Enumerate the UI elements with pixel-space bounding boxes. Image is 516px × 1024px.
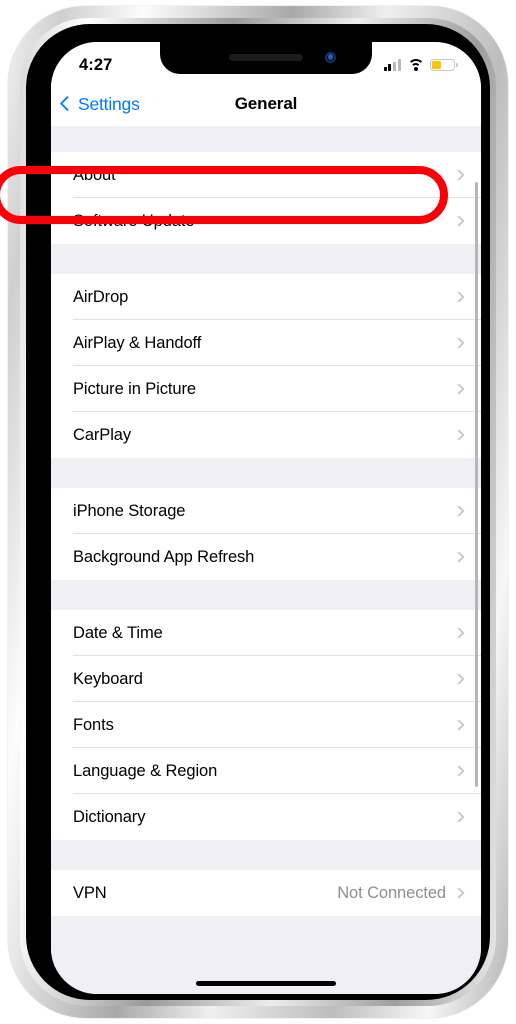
front-camera-icon <box>325 52 336 63</box>
screenshot-root: 4:27 Settings General About Software Upd… <box>0 0 516 1024</box>
chevron-right-icon <box>453 811 465 823</box>
settings-row-label: iPhone Storage <box>73 501 186 520</box>
page-title: General <box>234 94 298 113</box>
settings-row[interactable]: Keyboard <box>51 656 481 702</box>
settings-row-label: Software Update <box>73 211 195 230</box>
settings-row-label: AirPlay & Handoff <box>73 333 202 352</box>
chevron-right-icon <box>453 765 465 777</box>
chevron-right-icon <box>453 887 465 899</box>
settings-group: Date & Time Keyboard Fonts Language & Regio… <box>51 610 481 840</box>
section-gap <box>51 244 481 274</box>
settings-group: About Software Update <box>51 152 481 244</box>
settings-row[interactable]: iPhone Storage <box>51 488 481 534</box>
settings-row[interactable]: About <box>51 152 481 198</box>
section-gap <box>51 580 481 610</box>
settings-row[interactable]: Background App Refresh <box>51 534 481 580</box>
settings-row-label: Dictionary <box>73 807 146 826</box>
chevron-right-icon <box>453 337 465 349</box>
section-gap <box>51 126 481 152</box>
settings-row-label: Language & Region <box>73 761 218 780</box>
settings-row[interactable]: Date & Time <box>51 610 481 656</box>
settings-group: iPhone Storage Background App Refresh <box>51 488 481 580</box>
home-indicator[interactable] <box>196 981 336 986</box>
settings-row[interactable]: Fonts <box>51 702 481 748</box>
chevron-right-icon <box>453 551 465 563</box>
phone-screen: 4:27 Settings General About Software Upd… <box>51 42 481 994</box>
chevron-right-icon <box>453 215 465 227</box>
chevron-right-icon <box>453 627 465 639</box>
settings-row[interactable]: AirDrop <box>51 274 481 320</box>
settings-row-label: Picture in Picture <box>73 379 196 398</box>
chevron-right-icon <box>453 169 465 181</box>
settings-group: VPN Not Connected <box>51 870 481 916</box>
chevron-right-icon <box>453 505 465 517</box>
settings-row[interactable]: Picture in Picture <box>51 366 481 412</box>
settings-row-label: Fonts <box>73 715 114 734</box>
settings-row[interactable]: VPN Not Connected <box>51 870 481 916</box>
settings-row[interactable]: Software Update <box>51 198 481 244</box>
settings-row-value: Not Connected <box>337 883 446 902</box>
chevron-right-icon <box>453 383 465 395</box>
settings-row-label: About <box>73 165 116 184</box>
notch <box>160 42 372 74</box>
section-gap <box>51 840 481 870</box>
settings-row[interactable]: CarPlay <box>51 412 481 458</box>
settings-group: AirDrop AirPlay & Handoff Picture in Pictu… <box>51 274 481 458</box>
wifi-icon <box>407 59 424 71</box>
status-indicators <box>383 58 458 72</box>
status-time: 4:27 <box>79 55 113 74</box>
chevron-right-icon <box>453 429 465 441</box>
settings-row-label: CarPlay <box>73 425 131 444</box>
battery-icon <box>430 58 458 72</box>
settings-row[interactable]: Dictionary <box>51 794 481 840</box>
settings-row-label: Keyboard <box>73 669 143 688</box>
chevron-right-icon <box>453 673 465 685</box>
chevron-right-icon <box>453 291 465 303</box>
scrollbar[interactable] <box>475 182 478 787</box>
device-frame: 4:27 Settings General About Software Upd… <box>8 6 508 1018</box>
settings-row-label: VPN <box>73 883 107 902</box>
cellular-signal-icon <box>383 59 401 71</box>
settings-row[interactable]: AirPlay & Handoff <box>51 320 481 366</box>
settings-row[interactable]: Language & Region <box>51 748 481 794</box>
earpiece-speaker-icon <box>229 54 303 61</box>
chevron-right-icon <box>453 719 465 731</box>
settings-list[interactable]: About Software Update AirDrop AirPlay & Han… <box>51 126 481 994</box>
settings-row-label: AirDrop <box>73 287 129 306</box>
navigation-bar: Settings General <box>51 82 481 126</box>
settings-row-label: Background App Refresh <box>73 547 255 566</box>
section-gap <box>51 458 481 488</box>
settings-row-label: Date & Time <box>73 623 163 642</box>
